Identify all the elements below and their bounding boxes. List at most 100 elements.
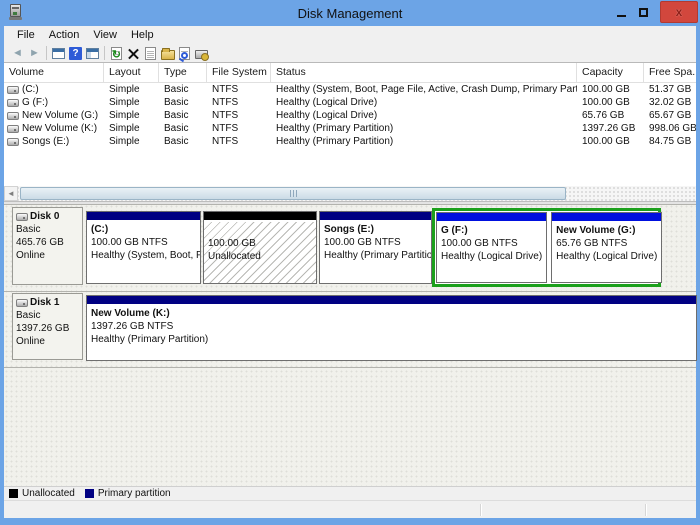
partition-new-volume-g[interactable]: New Volume (G:) 65.76 GB NTFS Healthy (L…	[551, 212, 662, 283]
app-icon-base	[9, 17, 22, 20]
help-icon: ?	[69, 47, 82, 60]
partition-status: Healthy (Primary Partition)	[91, 333, 692, 346]
partition-songs-e[interactable]: Songs (E:) 100.00 GB NTFS Healthy (Prima…	[319, 211, 432, 284]
disk-size: 1397.26 GB	[16, 322, 79, 335]
disk0-label-panel[interactable]: Disk 0 Basic 465.76 GB Online	[12, 207, 83, 285]
volume-layout: Simple	[104, 123, 159, 134]
find-icon	[179, 47, 190, 60]
band-divider	[4, 204, 696, 205]
partition-color-bar	[320, 212, 431, 221]
partition-color-bar	[87, 296, 696, 305]
scrollbar-grip	[296, 190, 297, 197]
disk1-label-panel[interactable]: Disk 1 Basic 1397.26 GB Online	[12, 293, 83, 360]
legend-item-primary-partition: Primary partition	[85, 488, 171, 499]
partition-label: (C:)	[91, 223, 196, 236]
partition-new-volume-k[interactable]: New Volume (K:) 1397.26 GB NTFS Healthy …	[86, 295, 697, 361]
delete-icon	[128, 48, 139, 59]
volume-list-pane: Volume Layout Type File System Status Ca…	[4, 63, 696, 201]
status-bar-separator	[480, 504, 481, 516]
volume-name: Songs (E:)	[22, 136, 69, 147]
partition-size: 100.00 GB	[208, 237, 312, 250]
column-header-free-space[interactable]: Free Spa...	[644, 63, 696, 82]
disk-kind: Basic	[16, 223, 79, 236]
partition-status: Healthy (System, Boot, Pag	[91, 249, 196, 262]
refresh-icon: ↻	[111, 47, 122, 60]
volume-capacity: 100.00 GB	[577, 84, 644, 95]
disk-options-button[interactable]	[193, 45, 210, 61]
toolbar-separator	[104, 46, 105, 60]
legend-item-unallocated: Unallocated	[9, 488, 75, 499]
menu-file[interactable]: File	[10, 27, 42, 43]
table-row[interactable]: New Volume (K:) Simple Basic NTFS Health…	[4, 122, 696, 135]
open-button[interactable]	[159, 45, 176, 61]
menu-help[interactable]: Help	[124, 27, 161, 43]
scrollbar-thumb[interactable]	[20, 187, 566, 200]
maximize-button[interactable]	[632, 1, 654, 23]
menu-action[interactable]: Action	[42, 27, 87, 43]
table-row[interactable]: Songs (E:) Simple Basic NTFS Healthy (Pr…	[4, 135, 696, 148]
forward-icon: ►	[29, 47, 40, 59]
volume-icon	[7, 112, 19, 120]
disk-name: Disk 1	[30, 296, 59, 309]
volume-icon	[7, 99, 19, 107]
partition-c[interactable]: (C:) 100.00 GB NTFS Healthy (System, Boo…	[86, 211, 201, 284]
table-row[interactable]: (C:) Simple Basic NTFS Healthy (System, …	[4, 83, 696, 96]
partition-unallocated[interactable]: 100.00 GB Unallocated	[203, 211, 317, 284]
delete-button[interactable]	[125, 45, 142, 61]
maximize-icon	[639, 8, 648, 17]
properties-button[interactable]	[142, 45, 159, 61]
show-console-tree-button[interactable]	[50, 45, 67, 61]
legend-bar: Unallocated Primary partition	[4, 486, 696, 500]
toolbar: ◄ ► ? ↻	[4, 44, 696, 63]
find-button[interactable]	[176, 45, 193, 61]
column-header-capacity[interactable]: Capacity	[577, 63, 644, 82]
extended-partition-container: G (F:) 100.00 GB NTFS Healthy (Logical D…	[432, 208, 661, 287]
volume-free-space: 32.02 GB	[644, 97, 696, 108]
volume-free-space: 65.67 GB	[644, 110, 696, 121]
partition-size: 65.76 GB NTFS	[556, 237, 657, 250]
back-button[interactable]: ◄	[9, 45, 26, 61]
help-button[interactable]: ?	[67, 45, 84, 61]
disk-size: 465.76 GB	[16, 236, 79, 249]
volume-status: Healthy (Primary Partition)	[271, 123, 577, 134]
partition-g-f[interactable]: G (F:) 100.00 GB NTFS Healthy (Logical D…	[436, 212, 547, 283]
volume-icon	[7, 138, 19, 146]
volume-status: Healthy (Logical Drive)	[271, 110, 577, 121]
column-header-status[interactable]: Status	[271, 63, 577, 82]
volume-icon	[7, 86, 19, 94]
unallocated-color-swatch	[9, 489, 18, 498]
volume-free-space: 84.75 GB	[644, 136, 696, 147]
volume-layout: Simple	[104, 136, 159, 147]
column-header-volume[interactable]: Volume	[4, 63, 104, 82]
close-button[interactable]: x	[660, 1, 698, 23]
column-header-type[interactable]: Type	[159, 63, 207, 82]
disk-state: Online	[16, 335, 79, 348]
menu-view[interactable]: View	[86, 27, 124, 43]
column-header-layout[interactable]: Layout	[104, 63, 159, 82]
disk-icon	[16, 213, 28, 221]
app-icon[interactable]	[9, 4, 22, 21]
volume-capacity: 100.00 GB	[577, 97, 644, 108]
partition-color-bar	[87, 212, 200, 221]
band-divider	[4, 367, 696, 368]
volume-file-system: NTFS	[207, 84, 271, 95]
scrollbar-grip	[290, 190, 291, 197]
volume-file-system: NTFS	[207, 136, 271, 147]
minimize-button[interactable]	[610, 1, 632, 23]
table-row[interactable]: New Volume (G:) Simple Basic NTFS Health…	[4, 109, 696, 122]
partition-size: 100.00 GB NTFS	[324, 236, 427, 249]
disk-management-window: Disk Management x File Action View Help …	[0, 0, 700, 525]
band-divider	[4, 291, 696, 292]
volume-capacity: 1397.26 GB	[577, 123, 644, 134]
forward-button[interactable]: ►	[26, 45, 43, 61]
partition-status: Healthy (Primary Partition)	[324, 249, 427, 262]
column-header-file-system[interactable]: File System	[207, 63, 271, 82]
refresh-button[interactable]: ↻	[108, 45, 125, 61]
volume-status: Healthy (Logical Drive)	[271, 97, 577, 108]
scroll-left-button[interactable]: ◄	[4, 186, 18, 201]
volume-status: Healthy (System, Boot, Page File, Active…	[271, 84, 577, 95]
partition-size: 100.00 GB NTFS	[441, 237, 542, 250]
horizontal-scrollbar[interactable]: ◄	[4, 186, 696, 201]
table-row[interactable]: G (F:) Simple Basic NTFS Healthy (Logica…	[4, 96, 696, 109]
show-actions-pane-button[interactable]	[84, 45, 101, 61]
